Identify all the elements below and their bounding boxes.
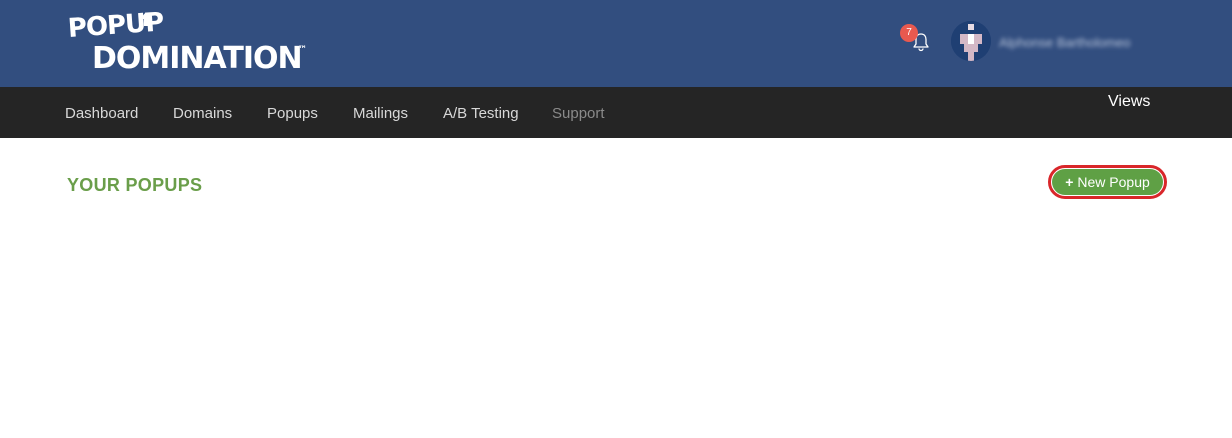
user-name[interactable]: Alphonse Bartholomeo bbox=[999, 35, 1131, 50]
new-popup-label: New Popup bbox=[1077, 174, 1150, 190]
notifications-button[interactable]: 7 bbox=[900, 24, 934, 54]
avatar[interactable] bbox=[951, 21, 991, 61]
popup-domination-logo[interactable]: POPUP DOMINATION ™ bbox=[66, 7, 316, 76]
notification-count-badge: 7 bbox=[900, 24, 918, 42]
nav-mailings[interactable]: Mailings bbox=[353, 105, 408, 122]
logo-line2: DOMINATION bbox=[92, 41, 303, 76]
nav-domains[interactable]: Domains bbox=[173, 105, 232, 122]
new-popup-button-inner[interactable]: + New Popup bbox=[1052, 169, 1163, 195]
plus-icon: + bbox=[1065, 174, 1074, 190]
new-popup-button[interactable]: + New Popup bbox=[1048, 165, 1167, 199]
nav-support[interactable]: Support bbox=[552, 105, 605, 122]
logo-trademark: ™ bbox=[298, 45, 307, 55]
views-label[interactable]: Views bbox=[1108, 93, 1150, 111]
logo-arrow-icon bbox=[140, 12, 152, 26]
nav-dashboard[interactable]: Dashboard bbox=[65, 105, 138, 122]
identicon-avatar bbox=[951, 21, 991, 61]
nav-popups[interactable]: Popups bbox=[267, 105, 318, 122]
main-nav: Dashboard Domains Popups Mailings A/B Te… bbox=[0, 87, 1232, 138]
nav-ab-testing[interactable]: A/B Testing bbox=[443, 105, 519, 122]
top-header: POPUP DOMINATION ™ 7 Alphonse Bartholome… bbox=[0, 0, 1232, 87]
page-title: YOUR POPUPS bbox=[67, 175, 203, 195]
